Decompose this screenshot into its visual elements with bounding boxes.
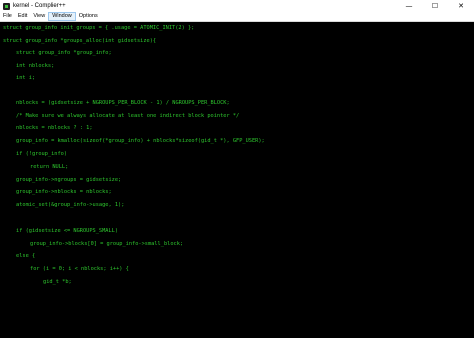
window-title: kernel - Complier++ — [13, 3, 66, 9]
code-line: int i; — [16, 75, 36, 81]
code-line: group_info = kmalloc(sizeof(*group_info)… — [16, 138, 265, 144]
code-line: return NULL; — [30, 164, 69, 170]
code-line: group_info->ngroups = gidsetsize; — [16, 177, 122, 183]
code-line: group_info->nblocks = nblocks; — [16, 189, 112, 195]
maximize-button[interactable]: ☐ — [422, 0, 448, 12]
code-line: struct group_info init_groups = { .usage… — [3, 25, 195, 31]
code-line: else { — [16, 253, 36, 259]
code-line: struct group_info *groups_alloc(int gids… — [3, 38, 157, 44]
close-button[interactable]: ✕ — [448, 0, 474, 12]
code-line: /* Make sure we always allocate at least… — [16, 113, 240, 119]
code-line: gid_t *b; — [43, 279, 72, 285]
code-editor[interactable]: struct group_info init_groups = { .usage… — [0, 22, 474, 338]
code-line: for (i = 0; i < nblocks; i++) { — [30, 266, 129, 272]
menu-file[interactable]: File — [0, 12, 15, 21]
code-line: atomic_set(&group_info->usage, 1); — [16, 202, 125, 208]
minimize-button[interactable]: — — [396, 0, 422, 12]
code-line: if (!group_info) — [16, 151, 68, 157]
code-line: struct group_info *group_info; — [16, 50, 112, 56]
menu-bar: File Edit View Window Options — [0, 12, 474, 22]
window-controls: — ☐ ✕ — [396, 0, 474, 12]
menu-view[interactable]: View — [30, 12, 48, 21]
code-line: nblocks = nblocks ? : 1; — [16, 125, 93, 131]
code-line: group_info->blocks[0] = group_info->smal… — [30, 241, 184, 247]
menu-window[interactable]: Window — [48, 12, 76, 21]
menu-options[interactable]: Options — [76, 12, 101, 21]
code-line: int nblocks; — [16, 63, 55, 69]
menu-edit[interactable]: Edit — [15, 12, 30, 21]
code-line: nblocks = (gidsetsize + NGROUPS_PER_BLOC… — [16, 100, 230, 106]
code-line: if (gidsetsize <= NGROUPS_SMALL) — [16, 228, 119, 234]
title-bar: kernel - Complier++ — ☐ ✕ — [0, 0, 474, 12]
app-icon — [3, 2, 10, 10]
